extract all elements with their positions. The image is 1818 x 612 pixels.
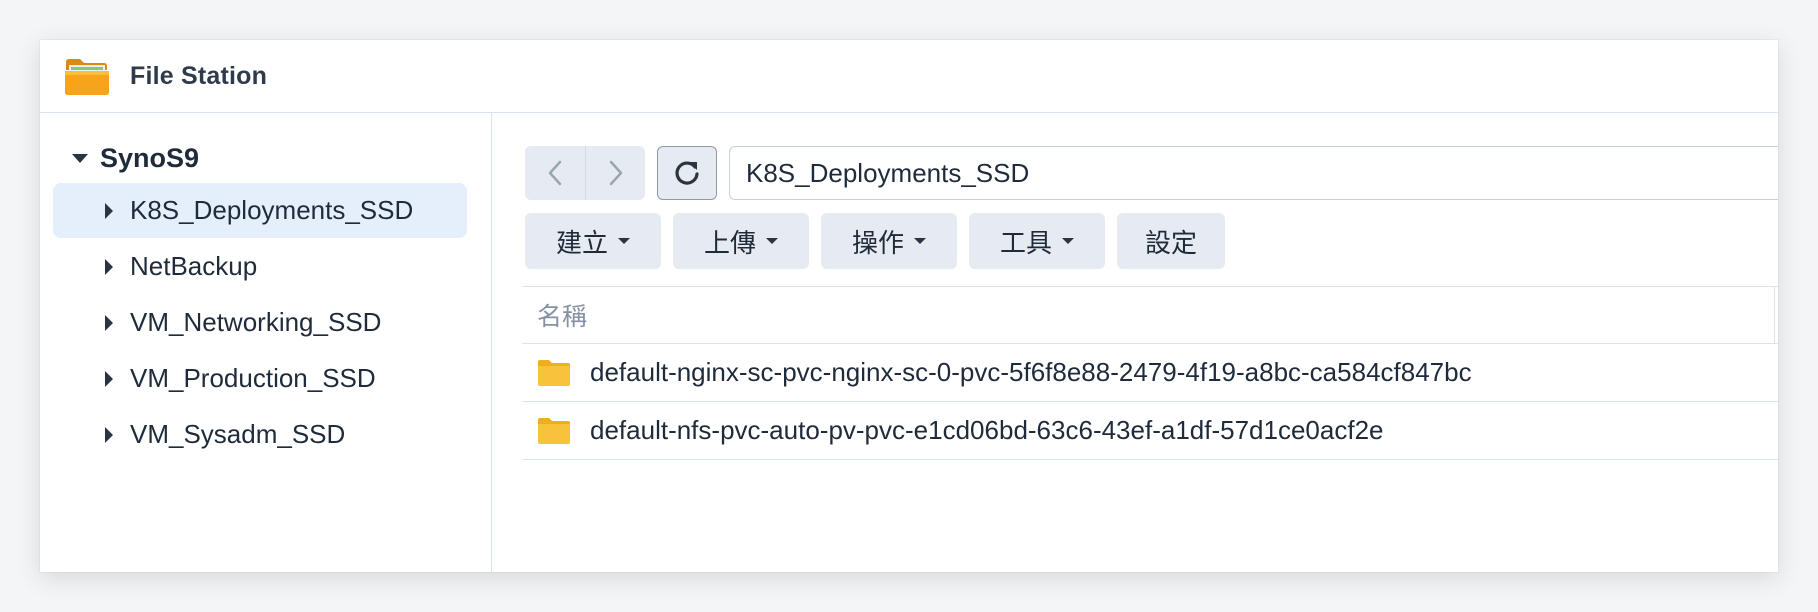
refresh-icon <box>675 161 699 185</box>
dropdown-caret-icon <box>766 238 778 244</box>
folder-icon <box>538 359 570 386</box>
tools-button[interactable]: 工具 <box>969 213 1105 269</box>
file-station-folder-icon <box>65 59 109 95</box>
sidebar-item-k8s-deployments-ssd[interactable]: K8S_Deployments_SSD <box>53 183 467 238</box>
sidebar-item-label: VM_Production_SSD <box>130 363 376 393</box>
column-header-name[interactable]: 名稱 <box>522 286 1778 344</box>
dropdown-caret-icon <box>914 238 926 244</box>
dropdown-caret-icon <box>1062 238 1074 244</box>
chevron-left-icon <box>548 160 562 186</box>
main-panel: 建立 上傳 操作 工具 設定 <box>493 113 1778 572</box>
column-header-label: 名稱 <box>537 303 588 331</box>
column-resize-handle[interactable] <box>1774 287 1775 343</box>
caret-right-icon[interactable] <box>105 314 113 331</box>
tools-button-label: 工具 <box>999 227 1052 258</box>
navigation-bar <box>525 146 1778 200</box>
content-area: SynoS9 K8S_Deployments_SSD NetBackup VM_… <box>40 113 1778 572</box>
settings-button[interactable]: 設定 <box>1117 213 1225 269</box>
sidebar-item-label: VM_Sysadm_SSD <box>130 419 346 449</box>
file-list: 名稱 default-nginx-sc-pvc-nginx-sc-0-pvc-5… <box>522 286 1778 460</box>
toolbar: 建立 上傳 操作 工具 設定 <box>525 213 1237 269</box>
title-bar: File Station <box>40 40 1778 113</box>
history-buttons <box>525 146 645 200</box>
action-button[interactable]: 操作 <box>821 213 957 269</box>
caret-right-icon[interactable] <box>105 202 113 219</box>
action-button-label: 操作 <box>851 227 904 258</box>
caret-right-icon[interactable] <box>105 370 113 387</box>
sidebar: SynoS9 K8S_Deployments_SSD NetBackup VM_… <box>40 113 492 572</box>
sidebar-item-vm-production-ssd[interactable]: VM_Production_SSD <box>53 351 467 406</box>
tree-root-label: SynoS9 <box>100 142 200 173</box>
caret-down-icon[interactable] <box>72 153 88 163</box>
forward-button[interactable] <box>585 146 645 200</box>
refresh-button[interactable] <box>657 146 717 200</box>
caret-right-icon[interactable] <box>105 426 113 443</box>
sidebar-item-vm-sysadm-ssd[interactable]: VM_Sysadm_SSD <box>53 407 467 462</box>
create-button-label: 建立 <box>555 227 608 258</box>
chevron-right-icon <box>609 160 622 186</box>
create-button[interactable]: 建立 <box>525 213 661 269</box>
caret-right-icon[interactable] <box>105 258 113 275</box>
upload-button-label: 上傳 <box>703 227 756 258</box>
sidebar-item-netbackup[interactable]: NetBackup <box>53 239 467 294</box>
table-row[interactable]: default-nginx-sc-pvc-nginx-sc-0-pvc-5f6f… <box>522 344 1778 402</box>
settings-button-label: 設定 <box>1144 227 1197 258</box>
tree-root-synos9[interactable]: SynoS9 <box>40 139 491 177</box>
path-input[interactable] <box>729 146 1778 200</box>
folder-icon <box>538 417 570 444</box>
back-button[interactable] <box>525 146 585 200</box>
sidebar-item-label: K8S_Deployments_SSD <box>130 195 414 225</box>
table-row[interactable]: default-nfs-pvc-auto-pv-pvc-e1cd06bd-63c… <box>522 402 1778 460</box>
file-name: default-nginx-sc-pvc-nginx-sc-0-pvc-5f6f… <box>590 357 1472 387</box>
file-name: default-nfs-pvc-auto-pv-pvc-e1cd06bd-63c… <box>590 415 1384 445</box>
sidebar-item-vm-networking-ssd[interactable]: VM_Networking_SSD <box>53 295 467 350</box>
app-title: File Station <box>130 61 268 90</box>
sidebar-item-label: NetBackup <box>130 251 258 281</box>
dropdown-caret-icon <box>618 238 630 244</box>
upload-button[interactable]: 上傳 <box>673 213 809 269</box>
file-station-window: File Station SynoS9 K8S_Deployments_SSD … <box>40 40 1778 572</box>
sidebar-item-label: VM_Networking_SSD <box>130 307 382 337</box>
